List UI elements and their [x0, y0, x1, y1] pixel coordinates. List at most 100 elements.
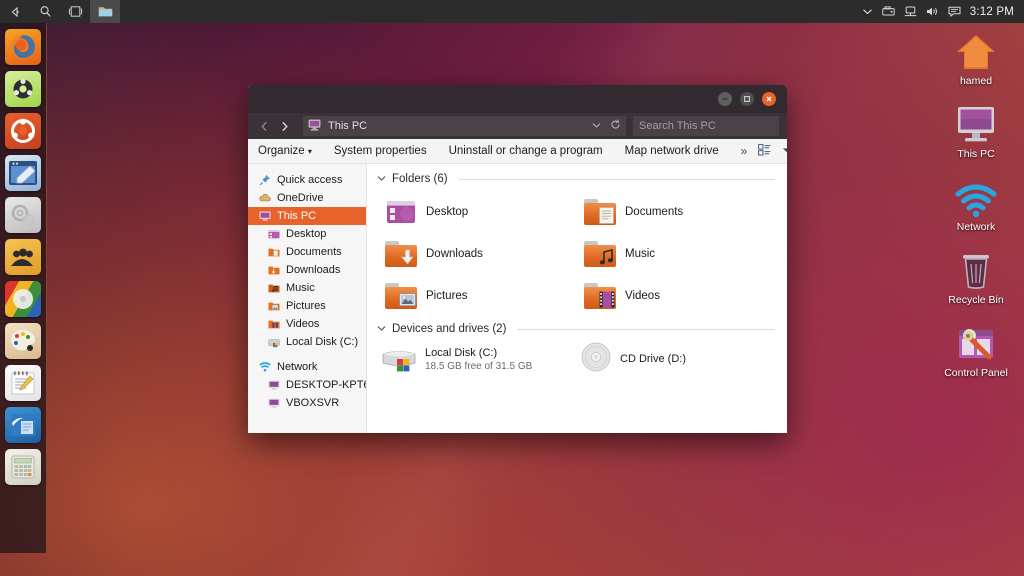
sidebar-item-quick-access[interactable]: Quick access	[248, 171, 366, 189]
desktop-icon	[267, 228, 280, 241]
navigation-pane: Quick access OneDrive This PC	[248, 164, 367, 433]
drive-info: Local Disk (C:) 18.5 GB free of 31.5 GB	[425, 347, 532, 373]
sidebar-item-this-pc[interactable]: This PC	[248, 207, 366, 225]
workspace-switcher-icon[interactable]	[60, 0, 90, 23]
folder-documents-icon	[584, 196, 616, 228]
folder-item-videos[interactable]: Videos	[576, 275, 775, 317]
drive-item-cd-drive-d[interactable]: CD Drive (D:)	[576, 341, 775, 378]
desktop-purple-icon	[385, 196, 417, 228]
drives-group-header[interactable]: Devices and drives (2)	[377, 323, 775, 335]
volume-icon[interactable]	[926, 6, 939, 17]
content-pane: Folders (6)	[367, 164, 787, 433]
launcher-item-system-settings[interactable]	[5, 197, 41, 233]
sidebar-item-vboxsvr[interactable]: VBOXSVR	[248, 394, 366, 412]
launcher-item-writer[interactable]	[5, 407, 41, 443]
folder-item-desktop[interactable]: Desktop	[377, 191, 576, 233]
path-text: This PC	[328, 120, 367, 132]
uninstall-change-program-button[interactable]: Uninstall or change a program	[438, 145, 614, 157]
cd-drive-icon	[580, 341, 612, 378]
folder-item-documents[interactable]: Documents	[576, 191, 775, 233]
chevron-down-icon[interactable]	[377, 325, 386, 334]
folder-item-downloads[interactable]: Downloads	[377, 233, 576, 275]
folder-item-pictures[interactable]: Pictures	[377, 275, 576, 317]
map-network-drive-button[interactable]: Map network drive	[614, 145, 730, 157]
sidebar-item-desktop[interactable]: Desktop	[248, 225, 366, 243]
sidebar-item-music[interactable]: Music	[248, 279, 366, 297]
launcher-item-media-disc[interactable]	[5, 281, 41, 317]
clock[interactable]: 3:12 PM	[970, 6, 1014, 18]
recycle-bin-icon	[936, 245, 1016, 291]
launcher-item-ubuntu-software[interactable]	[5, 71, 41, 107]
desktop-icon-recycle-bin[interactable]: Recycle Bin	[936, 245, 1016, 306]
organize-button[interactable]: Organize ▾	[256, 145, 323, 157]
hard-drive-icon	[381, 342, 417, 377]
close-button[interactable]	[762, 92, 776, 106]
launcher-item-notepad[interactable]	[5, 365, 41, 401]
file-manager-icon[interactable]	[90, 0, 120, 23]
drive-item-local-disk-c[interactable]: Local Disk (C:) 18.5 GB free of 31.5 GB	[377, 341, 576, 378]
sidebar-item-desktop-kpt6f75[interactable]: DESKTOP-KPT6F75	[248, 376, 366, 394]
folder-music-icon	[584, 238, 616, 270]
sidebar-item-documents[interactable]: Documents	[248, 243, 366, 261]
path-breadcrumb[interactable]: This PC	[303, 116, 626, 136]
folders-grid: Desktop	[377, 191, 775, 317]
desktop-screen: 3:12 PM	[0, 0, 1024, 576]
chevron-down-icon[interactable]	[377, 175, 386, 184]
system-properties-button[interactable]: System properties	[323, 145, 438, 157]
launcher-item-contacts[interactable]	[5, 239, 41, 275]
toolbar-right-icons: ?	[758, 143, 787, 160]
command-toolbar: Organize ▾ System properties Uninstall o…	[248, 139, 787, 164]
desktop-icon-label: Network	[936, 221, 1016, 233]
forward-button[interactable]	[274, 116, 294, 136]
sidebar-item-local-disk-c[interactable]: Local Disk (C:)	[248, 333, 366, 351]
path-dropdown-icon[interactable]	[592, 121, 601, 132]
sidebar-item-label: Desktop	[286, 228, 326, 240]
launcher-item-ubuntu[interactable]	[5, 113, 41, 149]
wifi-icon	[258, 361, 271, 374]
drives-group-label: Devices and drives (2)	[392, 323, 506, 335]
search-placeholder: Search This PC	[639, 120, 716, 132]
desktop-icon-label: Recycle Bin	[936, 294, 1016, 306]
view-options-icon[interactable]	[758, 144, 771, 159]
back-arrow-icon[interactable]	[0, 0, 30, 23]
desktop-icon-this-pc[interactable]: This PC	[936, 99, 1016, 160]
sidebar-item-pictures[interactable]: Pictures	[248, 297, 366, 315]
folder-item-label: Downloads	[426, 248, 483, 260]
removable-media-icon[interactable]	[882, 6, 895, 17]
chevron-down-icon[interactable]	[862, 7, 873, 16]
refresh-icon[interactable]	[610, 119, 621, 133]
sidebar-item-videos[interactable]: Videos	[248, 315, 366, 333]
desktop-icon-home-folder[interactable]: hamed	[936, 26, 1016, 87]
window-titlebar[interactable]	[248, 85, 787, 113]
launcher-item-text-editor[interactable]	[5, 155, 41, 191]
folder-item-label: Videos	[625, 290, 660, 302]
search-input[interactable]: Search This PC	[633, 116, 779, 136]
sidebar-item-onedrive[interactable]: OneDrive	[248, 189, 366, 207]
folder-item-label: Desktop	[426, 206, 468, 218]
folder-icon	[267, 246, 280, 259]
folders-group-header[interactable]: Folders (6)	[377, 173, 775, 185]
folder-item-music[interactable]: Music	[576, 233, 775, 275]
more-commands-button[interactable]: »	[730, 144, 759, 158]
sidebar-item-label: DESKTOP-KPT6F75	[286, 379, 367, 391]
desktop-icon-control-panel[interactable]: Control Panel	[936, 318, 1016, 379]
network-icon[interactable]	[904, 6, 917, 17]
launcher-item-firefox[interactable]	[5, 29, 41, 65]
minimize-button[interactable]	[718, 92, 732, 106]
sidebar-item-network[interactable]: Network	[248, 358, 366, 376]
search-icon[interactable]	[30, 0, 60, 23]
notifications-icon[interactable]	[948, 6, 961, 17]
launcher-item-paint[interactable]	[5, 323, 41, 359]
launcher-dock	[0, 23, 47, 553]
folder-item-label: Pictures	[426, 290, 468, 302]
view-dropdown-icon[interactable]	[782, 145, 787, 157]
desktop-icon-label: Control Panel	[936, 367, 1016, 379]
sidebar-item-downloads[interactable]: Downloads	[248, 261, 366, 279]
launcher-item-calculator[interactable]	[5, 449, 41, 485]
maximize-button[interactable]	[740, 92, 754, 106]
sidebar-item-label: Documents	[286, 246, 342, 258]
desktop-icon-network[interactable]: Network	[936, 172, 1016, 233]
folder-videos-icon	[584, 280, 616, 312]
home-icon	[936, 26, 1016, 72]
back-button[interactable]	[254, 116, 274, 136]
